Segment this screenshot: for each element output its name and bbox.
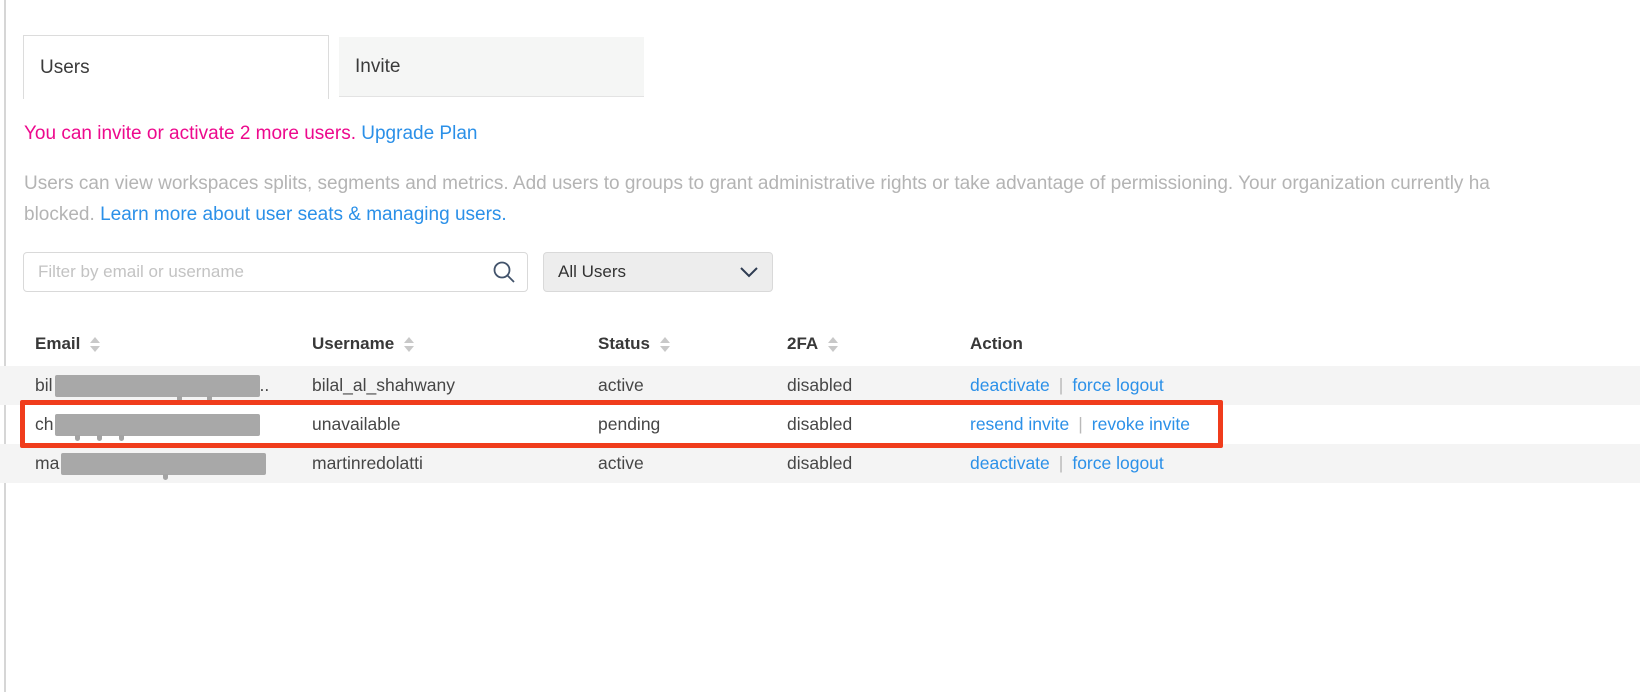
description-line1: Users can view workspaces splits, segmen… [24, 168, 1490, 199]
table-row: bil .. bilal_al_shahwany active disabled… [0, 366, 1640, 405]
force-logout-link[interactable]: force logout [1072, 375, 1163, 396]
column-header-status[interactable]: Status [598, 334, 787, 354]
description-text: Users can view workspaces splits, segmen… [24, 168, 1490, 230]
seat-limit-message: You can invite or activate 2 more users. [24, 123, 356, 144]
redaction-artifact [75, 435, 80, 441]
deactivate-link[interactable]: deactivate [970, 453, 1050, 474]
redaction-box [61, 453, 266, 475]
email-suffix: .. [260, 375, 270, 396]
twofa-cell: disabled [787, 453, 970, 474]
redaction-artifact [177, 396, 182, 402]
tab-users[interactable]: Users [23, 35, 329, 99]
description-line2: blocked. Learn more about user seats & m… [24, 199, 1490, 230]
revoke-invite-link[interactable]: revoke invite [1092, 414, 1190, 435]
filter-controls: All Users [23, 252, 773, 292]
column-header-status-label: Status [598, 334, 650, 354]
filter-input-wrapper [23, 252, 528, 292]
tab-invite-label: Invite [355, 56, 400, 78]
username-cell: unavailable [312, 414, 598, 435]
action-cell: resend invite | revoke invite [970, 414, 1640, 435]
table-row: ch unavailable pending disabled resend i… [0, 405, 1640, 444]
email-prefix: bil [35, 375, 53, 396]
table-header-row: Email Username Status 2FA Action [0, 322, 1640, 366]
username-cell: bilal_al_shahwany [312, 375, 598, 396]
description-line2-text: blocked. [24, 204, 95, 225]
action-separator: | [1078, 414, 1083, 435]
action-separator: | [1059, 453, 1064, 474]
email-prefix: ma [35, 453, 59, 474]
user-management-page: Users Invite You can invite or activate … [0, 0, 1640, 692]
action-separator: | [1059, 375, 1064, 396]
email-cell: ma [35, 453, 312, 475]
table-row: ma martinredolatti active disabled deact… [0, 444, 1640, 483]
learn-more-link[interactable]: Learn more about user seats & managing u… [100, 204, 507, 225]
sort-icon[interactable] [660, 337, 670, 352]
sort-icon[interactable] [404, 337, 414, 352]
column-header-username-label: Username [312, 334, 394, 354]
tab-bar: Users Invite [23, 35, 644, 99]
redaction-artifact [119, 435, 124, 441]
user-filter-dropdown[interactable]: All Users [543, 252, 773, 292]
upgrade-plan-link[interactable]: Upgrade Plan [361, 123, 477, 144]
users-table: Email Username Status 2FA Action bil [0, 322, 1640, 483]
status-cell: active [598, 453, 787, 474]
seat-limit-notice: You can invite or activate 2 more users.… [24, 123, 477, 145]
tab-invite[interactable]: Invite [339, 37, 644, 97]
email-cell: ch [35, 414, 312, 436]
column-header-email[interactable]: Email [35, 334, 312, 354]
force-logout-link[interactable]: force logout [1072, 453, 1163, 474]
twofa-cell: disabled [787, 375, 970, 396]
column-header-action: Action [970, 334, 1640, 354]
sort-icon[interactable] [828, 337, 838, 352]
email-cell: bil .. [35, 375, 312, 397]
column-header-action-label: Action [970, 334, 1023, 354]
column-header-username[interactable]: Username [312, 334, 598, 354]
sort-icon[interactable] [90, 337, 100, 352]
redaction-box [55, 375, 260, 397]
filter-input[interactable] [23, 252, 528, 292]
status-cell: pending [598, 414, 787, 435]
email-prefix: ch [35, 414, 53, 435]
tab-users-label: Users [40, 57, 90, 79]
status-cell: active [598, 375, 787, 396]
action-cell: deactivate | force logout [970, 453, 1640, 474]
action-cell: deactivate | force logout [970, 375, 1640, 396]
twofa-cell: disabled [787, 414, 970, 435]
redaction-artifact [97, 435, 102, 441]
deactivate-link[interactable]: deactivate [970, 375, 1050, 396]
column-header-2fa[interactable]: 2FA [787, 334, 970, 354]
search-icon [492, 260, 516, 284]
resend-invite-link[interactable]: resend invite [970, 414, 1069, 435]
redaction-artifact [207, 396, 212, 402]
column-header-email-label: Email [35, 334, 80, 354]
redaction-box [55, 414, 260, 436]
dropdown-selected-value: All Users [558, 262, 626, 282]
chevron-down-icon [740, 267, 758, 278]
redaction-artifact [163, 474, 168, 480]
column-header-2fa-label: 2FA [787, 334, 818, 354]
username-cell: martinredolatti [312, 453, 598, 474]
